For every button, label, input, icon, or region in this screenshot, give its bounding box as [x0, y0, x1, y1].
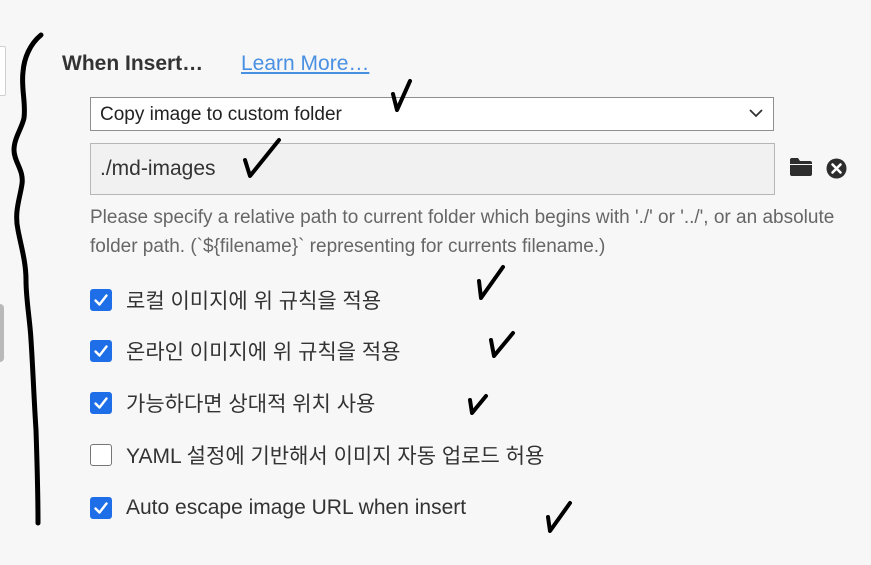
option-label: 온라인 이미지에 위 규칙을 적용 [126, 341, 401, 364]
folder-icon[interactable] [789, 157, 813, 177]
checkbox-apply-online[interactable] [90, 340, 112, 362]
option-label: 로컬 이미지에 위 규칙을 적용 [126, 290, 382, 313]
option-label: 가능하다면 상대적 위치 사용 [126, 393, 376, 416]
annotation-check-mark [546, 501, 572, 533]
select-value: Copy image to custom folder [100, 104, 342, 125]
option-relative-path[interactable]: 가능하다면 상대적 위치 사용 [90, 391, 376, 416]
annotation-check-mark [489, 331, 515, 358]
close-circle-icon[interactable] [826, 158, 847, 179]
checkbox-relative-path[interactable] [90, 392, 112, 414]
path-hint-text: Please specify a relative path to curren… [90, 207, 835, 257]
annotation-check-mark [468, 394, 488, 415]
insert-action-select[interactable]: Copy image to custom folder [90, 97, 774, 131]
checkmark-icon [94, 397, 108, 409]
option-yaml-auto-upload[interactable]: YAML 설정에 기반해서 이미지 자동 업로드 허용 [90, 443, 545, 468]
annotation-check-mark [477, 265, 505, 300]
checkmark-icon [94, 345, 108, 357]
scrollbar-thumb[interactable] [0, 304, 4, 362]
option-apply-local[interactable]: 로컬 이미지에 위 규칙을 적용 [90, 288, 382, 313]
checkbox-auto-escape-url[interactable] [90, 497, 112, 519]
option-apply-online[interactable]: 온라인 이미지에 위 규칙을 적용 [90, 339, 401, 364]
checkbox-yaml-auto-upload[interactable] [90, 444, 112, 466]
checkmark-icon [94, 294, 108, 306]
checkbox-apply-local[interactable] [90, 289, 112, 311]
learn-more-link[interactable]: Learn More… [241, 52, 369, 76]
chevron-down-icon [749, 109, 763, 118]
option-label: Auto escape image URL when insert [126, 496, 467, 519]
option-auto-escape-url[interactable]: Auto escape image URL when insert [90, 496, 466, 520]
annotation-brace [11, 32, 44, 526]
checkmark-icon [94, 502, 108, 514]
option-label: YAML 설정에 기반해서 이미지 자동 업로드 허용 [126, 445, 545, 468]
section-title: When Insert… [62, 52, 204, 75]
left-panel-fragment [0, 46, 6, 96]
image-folder-path-input[interactable] [90, 143, 775, 195]
handwritten-annotations [11, 32, 572, 533]
